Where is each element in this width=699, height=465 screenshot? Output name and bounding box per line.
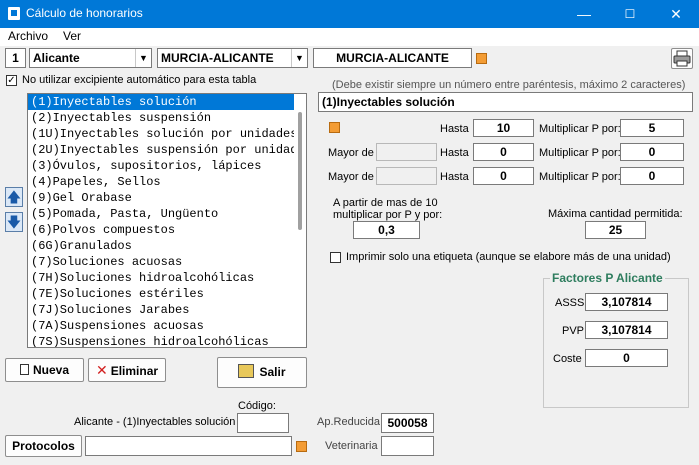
veterinaria-label: Veterinaria [325,440,378,452]
hasta-field-1[interactable]: 10 [473,119,534,137]
list-item[interactable]: (1)Inyectables solución [28,94,306,110]
list-item[interactable]: (6)Polvos compuestos [28,222,306,238]
hasta-label-3: Hasta [440,171,469,183]
max-cantidad-field[interactable]: 25 [585,221,646,239]
codigo-label: Código: [238,400,276,412]
list-items: (1)Inyectables solución (2)Inyectables su… [28,94,306,347]
exit-door-icon [238,364,255,378]
maximize-button[interactable]: ☐ [607,0,653,28]
orange-square-icon[interactable] [329,122,340,133]
hasta-field-3[interactable]: 0 [473,167,534,185]
scrollbar-thumb[interactable] [298,112,302,230]
new-document-icon [19,364,29,375]
codigo-field[interactable] [237,413,289,433]
close-button[interactable]: ✕ [653,0,699,28]
a-partir-label-1: A partir de mas de 10 [333,197,438,209]
zone-combo[interactable]: MURCIA-ALICANTE ▼ [157,48,308,68]
zone-combo-value: MURCIA-ALICANTE [161,51,274,65]
hint-text: (Debe existir siempre un número entre pa… [332,79,686,91]
no-excipient-label: No utilizar excipiente automático para e… [22,74,257,86]
region-combo[interactable]: Alicante ▼ [29,48,152,68]
menu-bar: Archivo Ver [0,28,699,46]
factores-title: Factores P Alicante [550,271,665,285]
mult-field-2[interactable]: 0 [620,143,684,161]
no-excipient-checkbox[interactable]: ✓ [6,75,17,86]
move-down-button[interactable]: 🡇 [5,212,23,232]
arrow-down-icon: 🡇 [6,214,22,230]
app-icon [8,7,20,20]
coste-field[interactable]: 0 [585,349,668,367]
single-label-checkbox[interactable] [330,252,341,263]
a-partir-field[interactable]: 0,3 [353,221,420,239]
eliminar-label: Eliminar [110,364,159,378]
multiplicar-label-1: Multiplicar P por: [539,123,621,135]
list-item[interactable]: (7S)Suspensiones hidroalcohólicas [28,334,306,347]
chevron-down-icon[interactable]: ▼ [291,49,307,67]
ap-reducida-label: Ap.Reducida [317,416,380,428]
coste-label: Coste [553,353,582,365]
list-item[interactable]: (3)Óvulos, supositorios, lápices [28,158,306,174]
eliminar-button[interactable]: ✕ Eliminar [88,358,166,382]
list-item[interactable]: (2)Inyectables suspensión [28,110,306,126]
protocolos-field[interactable] [85,436,292,456]
nueva-label: Nueva [32,363,70,377]
hasta-label-1: Hasta [440,123,469,135]
mayor-field-2[interactable] [376,143,437,161]
max-cantidad-label: Máxima cantidad permitida: [548,208,683,220]
list-item[interactable]: (7A)Suspensiones acuosas [28,318,306,334]
chevron-down-icon[interactable]: ▼ [135,49,151,67]
list-item[interactable]: (2U)Inyectables suspensión por unidades [28,142,306,158]
asss-label: ASSS [555,297,585,309]
salir-label: Salir [259,365,286,379]
move-up-button[interactable]: 🡅 [5,187,23,207]
mayor-de-label-2: Mayor de [328,147,374,159]
index-field[interactable]: 1 [5,48,26,68]
nueva-button[interactable]: Nueva [5,358,84,382]
ap-reducida-field[interactable]: 500058 [381,413,434,433]
arrow-up-icon: 🡅 [6,189,22,205]
mayor-de-label-3: Mayor de [328,171,374,183]
printer-button[interactable] [671,48,693,69]
list-item[interactable]: (1U)Inyectables solución por unidades [28,126,306,142]
multiplicar-label-3: Multiplicar P por: [539,171,621,183]
status-text: Alicante - (1)Inyectables solución [74,416,236,428]
list-item[interactable]: (5)Pomada, Pasta, Ungüento [28,206,306,222]
protocolos-button[interactable]: Protocolos [5,435,82,457]
a-partir-label-2: multiplicar por P y por: [333,209,443,221]
list-item[interactable]: (7E)Soluciones estériles [28,286,306,302]
selected-name-field[interactable]: (1)Inyectables solución [318,92,693,112]
mayor-field-3[interactable] [376,167,437,185]
multiplicar-label-2: Multiplicar P por: [539,147,621,159]
veterinaria-field[interactable] [381,436,434,456]
printer-icon [673,50,691,67]
list-item[interactable]: (4)Papeles, Sellos [28,174,306,190]
single-label-text: Imprimir solo una etiqueta (aunque se el… [346,251,671,263]
menu-ver[interactable]: Ver [63,29,81,43]
orange-square-icon[interactable] [296,441,307,452]
hasta-field-2[interactable]: 0 [473,143,534,161]
pvp-field[interactable]: 3,107814 [585,321,668,339]
list-scrollbar[interactable] [294,94,306,347]
minimize-button[interactable]: — [561,0,607,28]
list-item[interactable]: (9)Gel Orabase [28,190,306,206]
mult-field-3[interactable]: 0 [620,167,684,185]
zone-display: MURCIA-ALICANTE [313,48,472,68]
preparation-list[interactable]: (1)Inyectables solución (2)Inyectables su… [27,93,307,348]
menu-archivo[interactable]: Archivo [8,29,48,43]
pvp-label: PVP [562,325,585,337]
orange-square-icon[interactable] [476,53,487,64]
window-title: Cálculo de honorarios [26,6,143,20]
list-item[interactable]: (7)Soluciones acuosas [28,254,306,270]
list-item[interactable]: (7J)Soluciones Jarabes [28,302,306,318]
mult-field-1[interactable]: 5 [620,119,684,137]
list-item[interactable]: (6G)Granulados [28,238,306,254]
delete-x-icon: ✕ [95,362,108,378]
salir-button[interactable]: Salir [217,357,307,388]
asss-field[interactable]: 3,107814 [585,293,668,311]
hasta-label-2: Hasta [440,147,469,159]
list-item[interactable]: (7H)Soluciones hidroalcohólicas [28,270,306,286]
region-combo-value: Alicante [33,51,80,65]
title-bar: Cálculo de honorarios — ☐ ✕ [0,0,699,28]
